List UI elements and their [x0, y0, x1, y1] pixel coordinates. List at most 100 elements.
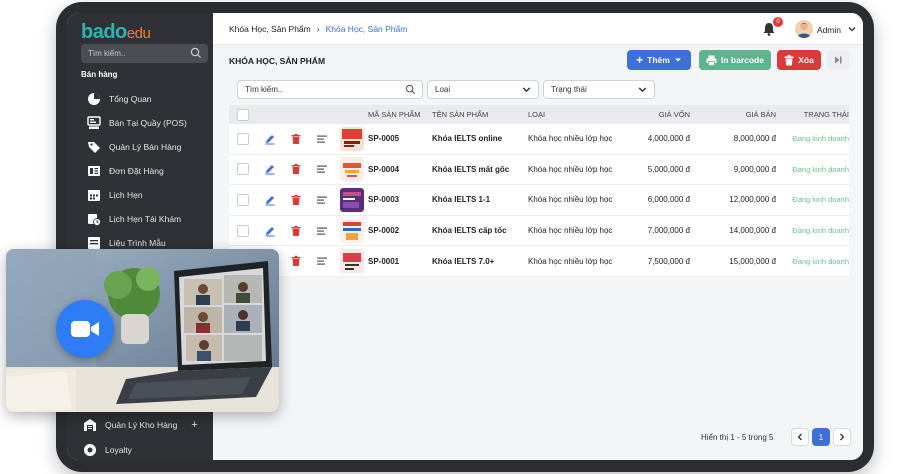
product-name[interactable]: Khóa IELTS 1-1	[432, 195, 528, 204]
product-cost: 7,000,000 đ	[647, 226, 690, 236]
details-icon[interactable]	[316, 194, 328, 206]
sidebar-item-label: Liệu Trình Mẫu	[109, 238, 166, 248]
status-badge: Đang kinh doanh	[792, 226, 849, 236]
details-icon[interactable]	[316, 133, 328, 145]
sidebar-item-label: Tổng Quan	[109, 94, 152, 104]
row-checkbox[interactable]	[237, 193, 249, 206]
sidebar-item-warehouse[interactable]: Quản Lý Kho Hàng +	[83, 415, 207, 435]
search-icon	[405, 84, 416, 95]
product-price: 12,000,000 đ	[729, 195, 776, 205]
edit-icon[interactable]	[264, 225, 276, 237]
status-select[interactable]: Trạng thái	[543, 80, 655, 99]
product-name[interactable]: Khóa IELTS cấp tốc	[432, 226, 528, 235]
product-price: 14,000,000 đ	[729, 226, 776, 236]
product-thumbnail	[339, 157, 364, 182]
product-code: SP-0004	[368, 164, 400, 174]
column-header-status[interactable]: TRẠNG THÁI	[776, 110, 849, 119]
plus-icon: +	[636, 53, 644, 67]
laptop-video-call-illustration	[6, 249, 279, 412]
column-header-type[interactable]: LOẠI	[528, 110, 620, 119]
delete-button[interactable]: Xóa	[777, 50, 821, 70]
table-row[interactable]: SP-0002 Khóa IELTS cấp tốc Khóa học nhiề…	[229, 215, 849, 247]
edit-icon[interactable]	[264, 194, 276, 206]
order-icon	[88, 166, 100, 176]
pagination-page-button[interactable]: 1	[812, 428, 830, 446]
warehouse-icon	[84, 419, 96, 431]
table-header: MÃ SẢN PHẨM TÊN SẢN PHẨM LOẠI GIÁ VỐN GI…	[229, 105, 849, 124]
select-all-checkbox[interactable]	[237, 108, 249, 121]
sidebar-item-pos[interactable]: Bán Tại Quầy (POS)	[87, 113, 211, 133]
type-select-value: Loại	[435, 85, 451, 94]
type-select[interactable]: Loại	[427, 80, 539, 99]
search-icon	[190, 47, 201, 58]
row-checkbox[interactable]	[237, 132, 249, 145]
brand-logo[interactable]: badoedu	[81, 21, 151, 44]
search-input[interactable]: Tìm kiếm..	[237, 80, 423, 99]
product-name[interactable]: Khóa IELTS 7.0+	[432, 257, 528, 266]
product-thumbnail	[339, 249, 364, 274]
sidebar-item-sales-management[interactable]: Quản Lý Bán Hàng	[87, 137, 211, 157]
sidebar-item-orders[interactable]: Đơn Đặt Hàng	[87, 161, 211, 181]
brand-logo-suffix: edu	[126, 25, 151, 42]
row-checkbox[interactable]	[237, 224, 249, 237]
sidebar-item-label: Lịch Hẹn	[109, 190, 143, 200]
status-select-value: Trạng thái	[551, 85, 587, 94]
details-icon[interactable]	[316, 255, 328, 267]
table-row[interactable]: SP-0004 Khóa IELTS mất gốc Khóa học nhiề…	[229, 154, 849, 186]
sidebar-item-appointments[interactable]: Lịch Hẹn	[87, 185, 211, 205]
calendar-icon	[88, 190, 100, 201]
template-icon	[88, 237, 100, 249]
breadcrumb-separator-icon: ›	[316, 24, 320, 34]
chevron-down-icon	[638, 87, 647, 93]
sidebar-item-overview[interactable]: Tổng Quan	[87, 89, 211, 109]
add-button-label: Thêm	[647, 55, 670, 65]
trash-icon[interactable]	[290, 225, 302, 237]
calendar-clock-icon	[88, 214, 101, 226]
product-type: Khóa học nhiều lớp học	[528, 256, 613, 266]
sidebar-item-loyalty[interactable]: Loyalty	[83, 440, 207, 460]
product-code: SP-0003	[368, 195, 400, 205]
printer-icon	[706, 55, 717, 66]
sidebar-search-placeholder: Tìm kiếm..	[88, 49, 126, 58]
column-header-cost[interactable]: GIÁ VỐN	[620, 110, 690, 119]
loyalty-icon	[84, 444, 96, 456]
edit-icon[interactable]	[264, 133, 276, 145]
avatar[interactable]	[795, 20, 813, 38]
trash-icon[interactable]	[290, 194, 302, 206]
user-name[interactable]: Admin	[817, 25, 841, 35]
sidebar-item-label: Lịch Hẹn Tái Khám	[109, 214, 182, 224]
pagination-next-button[interactable]	[833, 428, 851, 446]
column-header-code[interactable]: MÃ SẢN PHẨM	[368, 110, 432, 119]
product-table: MÃ SẢN PHẨM TÊN SẢN PHẨM LOẠI GIÁ VỐN GI…	[229, 105, 849, 277]
sidebar-item-follow-up-appointments[interactable]: Lịch Hẹn Tái Khám	[87, 209, 211, 229]
add-button[interactable]: + Thêm	[627, 50, 691, 70]
table-row[interactable]: SP-0005 Khóa IELTS online Khóa học nhiều…	[229, 124, 849, 155]
video-call-photo	[6, 249, 279, 412]
row-checkbox[interactable]	[237, 163, 249, 176]
chevron-left-icon	[797, 433, 802, 441]
breadcrumb-item-parent[interactable]: Khóa Học, Sản Phẩm	[229, 24, 311, 34]
product-type: Khóa học nhiều lớp học	[528, 134, 613, 144]
pagination-prev-button[interactable]	[791, 428, 809, 446]
trash-icon[interactable]	[290, 163, 302, 175]
edit-icon[interactable]	[264, 163, 276, 175]
video-call-button[interactable]	[56, 300, 114, 358]
product-price: 9,000,000 đ	[733, 164, 776, 174]
collapse-panel-button[interactable]	[827, 50, 849, 70]
table-row[interactable]: SP-0001 Khóa IELTS 7.0+ Khóa học nhiều l…	[229, 246, 849, 277]
column-header-price[interactable]: GIÁ BÁN	[690, 110, 776, 119]
trash-icon[interactable]	[290, 255, 302, 267]
sidebar-search-input[interactable]: Tìm kiếm..	[81, 44, 208, 63]
chevron-down-icon[interactable]	[847, 24, 857, 34]
trash-icon[interactable]	[290, 133, 302, 145]
print-barcode-button[interactable]: In barcode	[699, 50, 771, 70]
plus-icon[interactable]: +	[191, 419, 197, 431]
product-name[interactable]: Khóa IELTS mất gốc	[432, 165, 528, 174]
details-icon[interactable]	[316, 225, 328, 237]
pagination-summary: Hiển thị 1 - 5 trong 5	[701, 433, 774, 442]
table-row[interactable]: SP-0003 Khóa IELTS 1-1 Khóa học nhiều lớ…	[229, 185, 849, 216]
column-header-name[interactable]: TÊN SẢN PHẨM	[432, 110, 528, 119]
skip-end-icon	[835, 56, 842, 64]
product-name[interactable]: Khóa IELTS online	[432, 134, 528, 143]
details-icon[interactable]	[316, 163, 328, 175]
